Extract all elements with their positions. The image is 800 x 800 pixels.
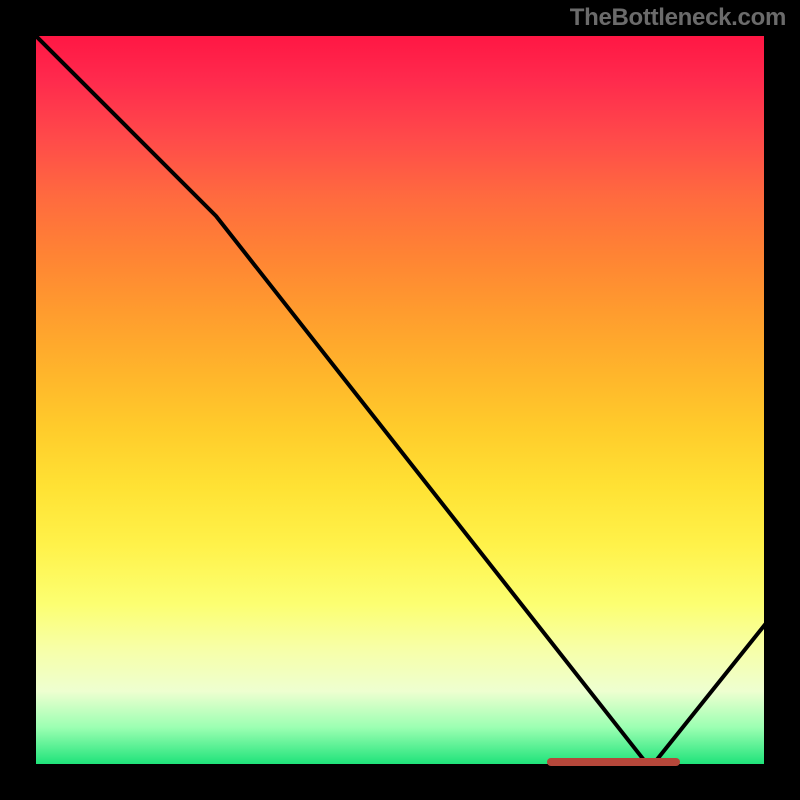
chart-frame: TheBottleneck.com <box>0 0 800 800</box>
plot-area <box>32 32 768 768</box>
bottom-marker <box>547 758 679 766</box>
watermark-text: TheBottleneck.com <box>570 4 786 32</box>
gradient-background <box>32 32 768 768</box>
